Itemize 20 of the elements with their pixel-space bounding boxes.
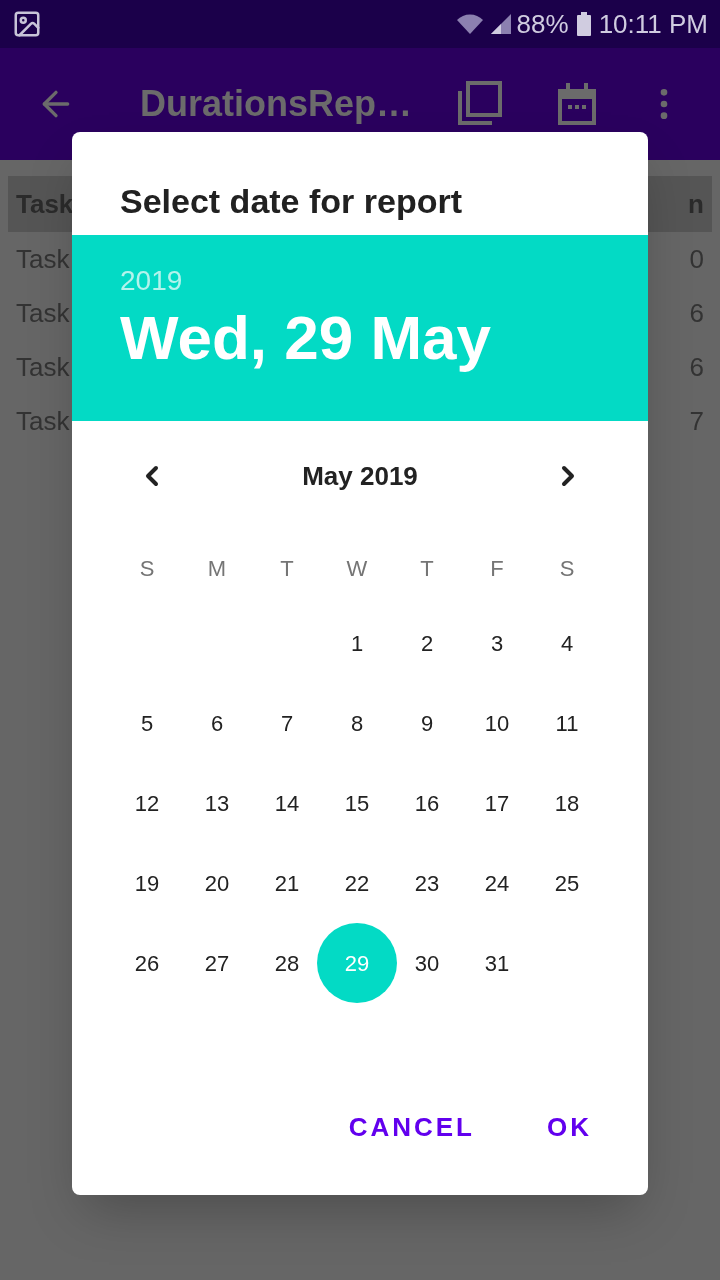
weekday-label: S <box>138 554 156 583</box>
weekday-label: F <box>489 554 505 583</box>
weekday-label: W <box>345 554 369 583</box>
copy-icon[interactable] <box>456 81 502 127</box>
weekday-label: T <box>419 554 435 583</box>
dialog-title: Select date for report <box>120 182 462 220</box>
battery-percent: 88% <box>516 7 569 41</box>
weekday-label: T <box>279 554 295 583</box>
calendar-icon[interactable] <box>558 83 596 125</box>
app-title: DurationsRep… <box>140 82 413 126</box>
wifi-icon <box>454 12 485 36</box>
ok-button[interactable]: OK <box>523 1096 616 1159</box>
weekday-label: M <box>206 554 228 583</box>
cancel-button[interactable]: CANCEL <box>324 1096 499 1159</box>
month-label: May 2019 <box>302 459 418 493</box>
weekday-label: S <box>558 554 576 583</box>
battery-icon <box>576 12 591 36</box>
selected-year: 2019 <box>120 267 184 295</box>
clock-time: 10:11 PM <box>598 7 708 41</box>
picture-icon <box>12 9 42 39</box>
